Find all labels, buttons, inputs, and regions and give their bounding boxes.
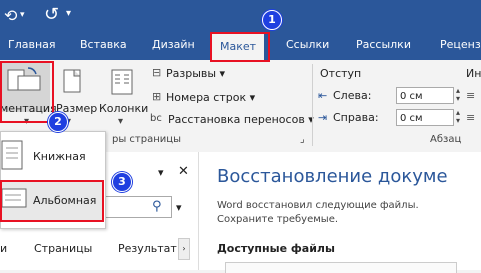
tab-references[interactable]: Ссылки [286,38,329,51]
paragraph-group-label: Абзац [430,134,462,145]
tab-insert[interactable]: Вставка [80,38,127,51]
recovered-file-item[interactable] [225,262,457,273]
recovery-message-line2: Сохраните требуемые. [217,214,339,225]
hyphenation-icon: bc [150,113,162,124]
quick-access-toolbar: ⟲ ▾ ↺ ▾ [0,0,481,34]
spacing-before-icon: ≡ [466,89,476,102]
indent-right-icon: ⇥ [318,111,328,124]
breaks-button[interactable]: Разрывы ▾ [166,67,225,80]
line-numbers-icon: ⊞ [152,90,162,103]
customize-qat-icon[interactable]: ▾ [66,8,71,19]
highlight-landscape-option [0,180,104,222]
indent-left-spinner-icon[interactable]: ▴ ▾ [456,87,460,103]
document-recovery-pane: Восстановление докуме Word восстановил с… [198,152,481,273]
tab-home[interactable]: Главная [8,38,56,51]
tab-results[interactable]: Результат [118,242,177,255]
tab-review[interactable]: Рецензи [440,38,481,51]
page-setup-group-label: ры страницы [112,134,181,145]
size-icon [63,69,81,93]
portrait-page-icon [1,140,23,170]
line-numbers-button[interactable]: Номера строк ▾ [166,91,255,104]
indent-right-label: Справа: [333,111,379,124]
interval-title: Ин [466,67,481,80]
tab-design[interactable]: Дизайн [152,38,195,51]
search-dropdown-icon[interactable]: ▾ [176,201,182,214]
indent-right-spinner-icon[interactable]: ▴ ▾ [456,109,460,125]
step-badge-2: 2 [48,112,68,132]
columns-button[interactable]: Колонки [99,102,148,115]
tab-headings[interactable]: и [0,242,7,255]
orientation-option-portrait[interactable]: Книжная [1,136,103,176]
indent-left-label: Слева: [333,89,372,102]
search-icon[interactable]: ⚲ [152,199,162,214]
pane-options-icon[interactable]: ▾ [158,166,164,179]
step-badge-1: 1 [262,10,282,30]
step-badge-3: 3 [112,172,132,192]
recovery-message-line1: Word восстановил следующие файлы. [217,200,419,211]
page-setup-launcher-icon[interactable]: ⌟ [300,134,305,145]
redo-icon[interactable]: ↺ [44,4,59,25]
tabs-scroll-right-button[interactable]: › [178,238,190,260]
columns-icon [111,69,133,95]
highlight-orientation-button [0,61,54,123]
available-files-heading: Доступные файлы [217,242,335,255]
group-divider [312,64,313,146]
indent-left-input[interactable]: 0 см [396,87,454,104]
indent-left-icon: ⇤ [318,89,328,102]
tab-pages[interactable]: Страницы [34,242,92,255]
dropdown-arrow-icon[interactable]: ▾ [20,10,25,20]
undo-icon[interactable]: ⟲ [4,6,17,25]
tab-mailings[interactable]: Рассылки [356,38,411,51]
hyphenation-button[interactable]: Расстановка переносов ▾ [168,113,314,126]
highlight-layout-tab [210,32,270,62]
recovery-title: Восстановление докуме [217,166,448,187]
portrait-label: Книжная [33,150,86,163]
spacing-after-icon: ≡ [466,111,476,124]
close-icon[interactable]: ✕ [178,164,189,179]
indent-title: Отступ [320,67,362,80]
columns-dropdown-icon: ▾ [118,116,124,127]
breaks-icon: ⊟ [152,66,162,79]
indent-right-input[interactable]: 0 см [396,109,454,126]
